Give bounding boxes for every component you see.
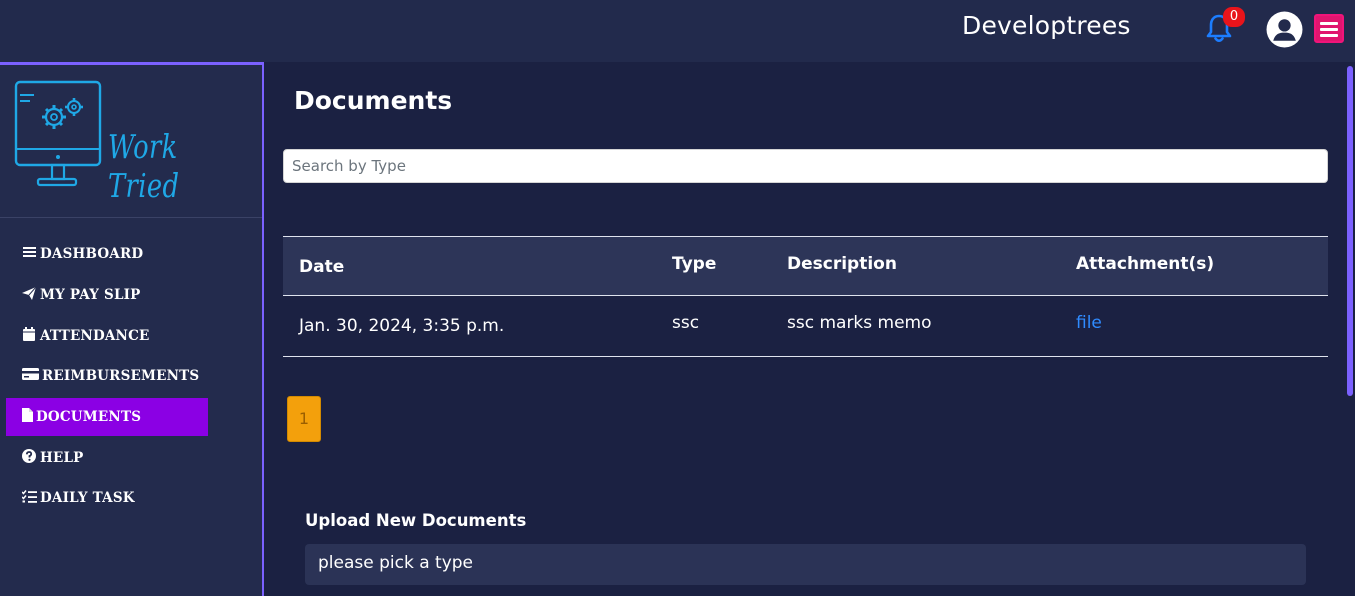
cell-type: ssc [672, 313, 700, 333]
cell-date: Jan. 30, 2024, 3:35 p.m. [299, 316, 505, 336]
logo-text: Work Tried [108, 127, 180, 205]
tasks-icon [20, 489, 37, 507]
sidebar-item-label: MY PAY SLIP [40, 287, 141, 303]
monitor-gear-logo-icon [14, 80, 102, 187]
user-avatar-icon[interactable] [1266, 11, 1303, 48]
sidebar-item-attendance[interactable]: ATTENDANCE [6, 317, 208, 355]
attachment-link[interactable]: file [1076, 313, 1102, 333]
cell-description: ssc marks memo [787, 313, 932, 333]
bars-icon [21, 246, 37, 262]
sidebar-item-label: DOCUMENTS [36, 409, 142, 425]
menu-line [1320, 34, 1338, 37]
sidebar-item-documents[interactable]: DOCUMENTS [6, 398, 208, 436]
upload-section-title: Upload New Documents [305, 511, 527, 530]
menu-line [1320, 28, 1338, 31]
menu-line [1320, 22, 1338, 25]
column-header-attachments[interactable]: Attachment(s) [1076, 254, 1214, 274]
hamburger-menu-button[interactable] [1314, 14, 1344, 43]
search-input[interactable] [283, 149, 1328, 183]
pagination-page-button[interactable]: 1 [287, 396, 321, 442]
sidebar-item-label: REIMBURSEMENTS [42, 368, 200, 384]
sidebar-item-my-pay-slip[interactable]: MY PAY SLIP [6, 276, 208, 314]
question-circle-icon [21, 449, 37, 467]
sidebar-item-reimbursements[interactable]: REIMBURSEMENTS [6, 357, 208, 395]
document-type-select[interactable]: please pick a type [305, 544, 1306, 585]
paper-plane-icon [21, 286, 37, 304]
credit-card-icon [21, 368, 39, 384]
sidebar-item-help[interactable]: HELP [6, 439, 208, 477]
sidebar-item-label: HELP [40, 450, 84, 466]
top-navbar: Developtrees 0 [0, 0, 1355, 62]
logo[interactable]: Work Tried [12, 77, 242, 205]
sidebar-divider [0, 217, 262, 218]
table-header: Date Type Description Attachment(s) [283, 236, 1328, 296]
sidebar-item-daily-task[interactable]: DAILY TASK [6, 479, 208, 517]
column-header-date[interactable]: Date [299, 257, 344, 277]
sidebar-item-dashboard[interactable]: DASHBOARD [6, 235, 208, 273]
sidebar-item-label: DAILY TASK [40, 490, 135, 506]
page-title: Documents [294, 86, 453, 115]
notification-badge: 0 [1223, 7, 1245, 27]
file-icon [21, 408, 33, 426]
table-row: Jan. 30, 2024, 3:35 p.m. ssc ssc marks m… [283, 296, 1328, 357]
column-header-description[interactable]: Description [787, 254, 897, 274]
brand-name[interactable]: Developtrees [962, 11, 1131, 40]
sidebar-item-label: ATTENDANCE [40, 328, 150, 344]
calendar-icon [21, 327, 37, 345]
column-header-type[interactable]: Type [672, 254, 716, 274]
scrollbar-thumb[interactable] [1347, 66, 1353, 396]
sidebar-item-label: DASHBOARD [40, 246, 144, 262]
